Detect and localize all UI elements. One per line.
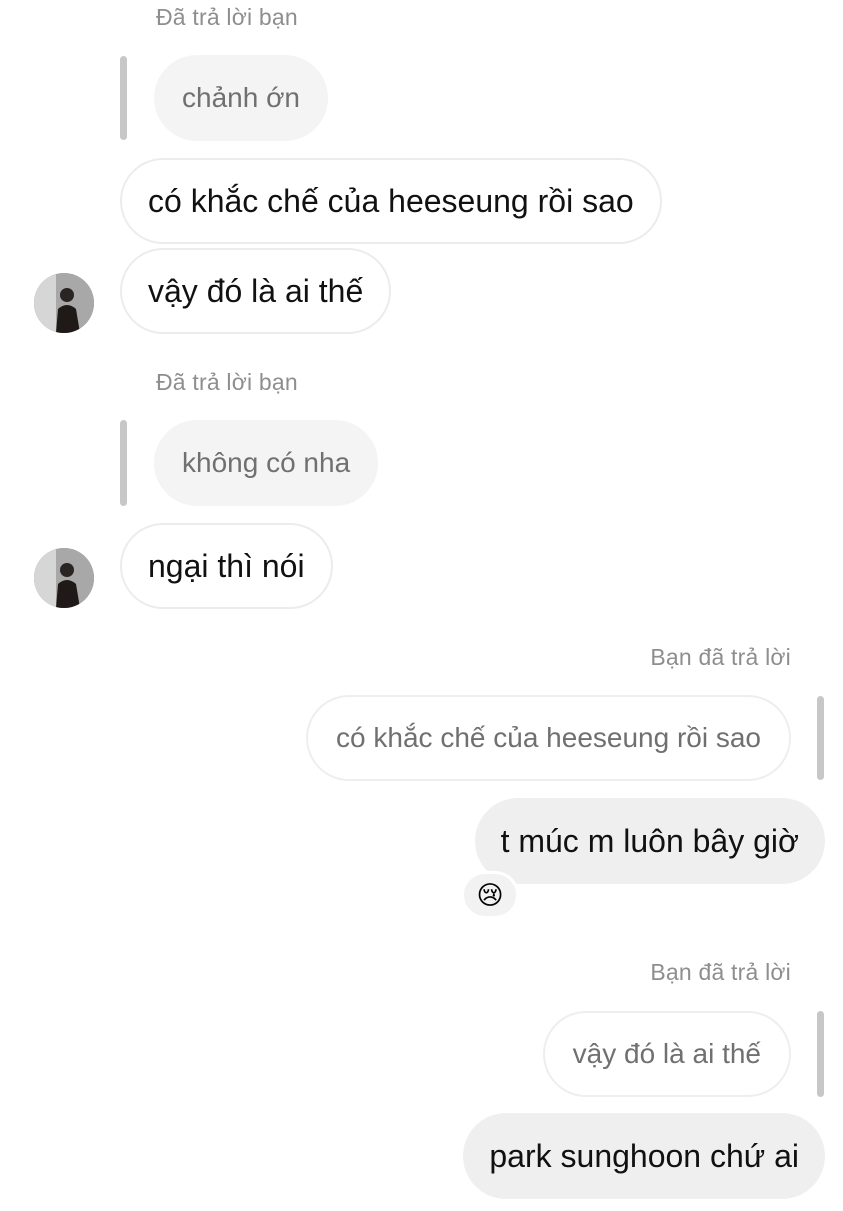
profile-photo-icon [34, 273, 94, 333]
avatar[interactable] [34, 273, 94, 333]
reply-meta-label: Bạn đã trả lời [650, 644, 791, 670]
profile-photo-icon [34, 548, 94, 608]
chat-thread: Đã trả lời bạn chảnh ớn có khắc chế của … [0, 0, 843, 1211]
crying-face-reaction-icon[interactable]: 😢 [461, 871, 519, 919]
quoted-message[interactable]: có khắc chế của heeseung rồi sao [306, 695, 791, 781]
reply-indicator-bar [817, 696, 824, 780]
reply-meta-label: Đã trả lời bạn [156, 4, 298, 30]
incoming-message[interactable]: có khắc chế của heeseung rồi sao [120, 158, 662, 244]
reply-indicator-bar [120, 56, 127, 140]
quoted-message[interactable]: vậy đó là ai thế [542, 1011, 791, 1097]
outgoing-message[interactable]: t múc m luôn bây giờ [474, 798, 825, 884]
avatar[interactable] [34, 548, 94, 608]
reply-indicator-bar [817, 1011, 824, 1097]
quoted-message[interactable]: không có nha [154, 420, 379, 506]
reply-meta-label: Đã trả lời bạn [156, 369, 298, 395]
reply-meta-label: Bạn đã trả lời [650, 959, 791, 985]
incoming-message[interactable]: vậy đó là ai thế [120, 248, 392, 334]
incoming-message[interactable]: ngại thì nói [120, 523, 333, 609]
outgoing-message[interactable]: park sunghoon chứ ai [463, 1113, 825, 1199]
quoted-message[interactable]: chảnh ớn [154, 55, 329, 141]
reply-indicator-bar [120, 420, 127, 506]
